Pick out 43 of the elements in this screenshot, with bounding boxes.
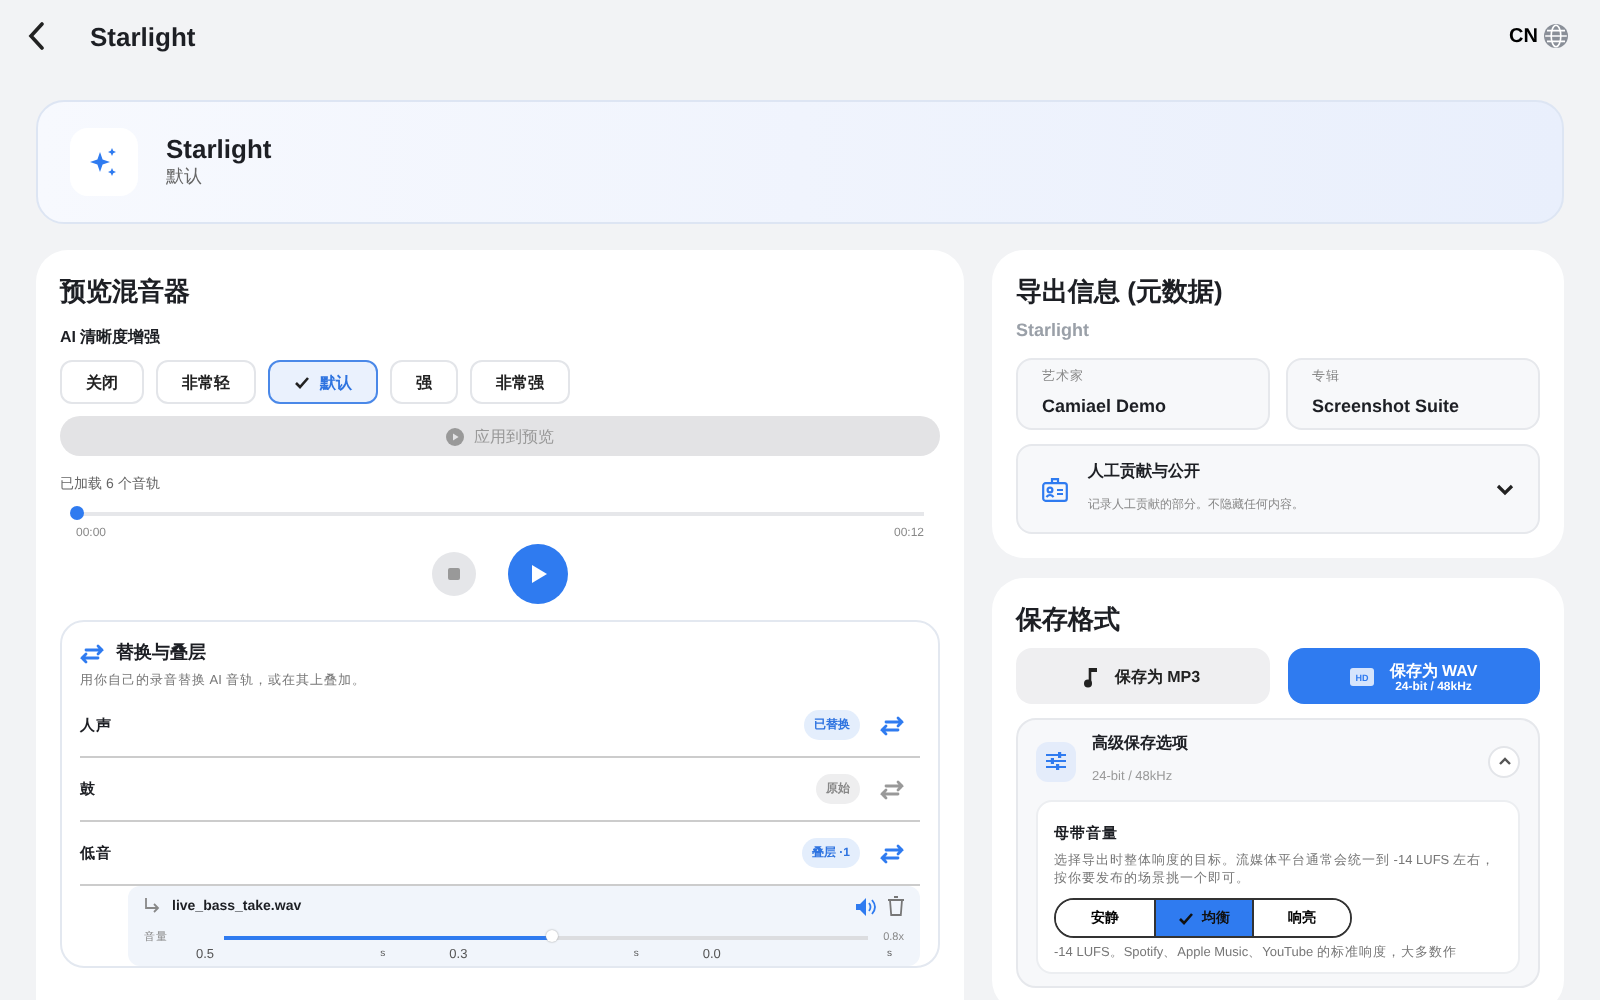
- chevron-icon[interactable]: [1496, 483, 1514, 495]
- disclosure-title: 人工贡献与公开: [1088, 460, 1202, 482]
- play-button[interactable]: [508, 544, 568, 604]
- page-title: Starlight: [90, 21, 198, 51]
- id-card-icon: [1042, 477, 1068, 501]
- trash-icon[interactable]: [888, 896, 904, 916]
- format-button[interactable]: 保存为 MP3: [1016, 648, 1269, 704]
- chevron-icon: [1497, 756, 1511, 766]
- preset-subtitle: 默认: [166, 164, 204, 190]
- speaker-icon[interactable]: [856, 897, 876, 915]
- language-button[interactable]: CN: [1509, 24, 1568, 48]
- enhance-option[interactable]: 默认: [268, 360, 378, 404]
- advanced-title: 高级保存选项: [1092, 732, 1190, 754]
- collapse-button[interactable]: [1488, 745, 1520, 777]
- play-circle-icon: [446, 427, 464, 445]
- stop-icon: [448, 568, 460, 580]
- preset-title: Starlight: [166, 134, 272, 164]
- enhance-option[interactable]: 非常强: [470, 360, 570, 404]
- song-title: Starlight: [1016, 320, 1092, 340]
- enhance-option[interactable]: 关闭: [60, 360, 144, 404]
- swap-arrows-icon[interactable]: [80, 643, 104, 663]
- sub-arrow-icon: [144, 898, 160, 914]
- swap-arrows-icon[interactable]: [880, 779, 904, 799]
- sparkles-icon: [70, 128, 138, 196]
- sliders-icon: [1036, 741, 1076, 781]
- volume-thumb[interactable]: [546, 930, 558, 942]
- music-note-icon: [1084, 665, 1099, 687]
- mixer-title: 预览混音器: [60, 274, 192, 310]
- export-title: 导出信息 (元数据): [1016, 274, 1225, 310]
- back-button[interactable]: [24, 18, 50, 54]
- replace-title: 替换与叠层: [116, 640, 206, 666]
- enhance-label: AI 清晰度增强: [60, 326, 163, 348]
- format-title: 保存格式: [1016, 602, 1122, 638]
- check-icon: [294, 375, 310, 389]
- play-icon: [529, 564, 547, 584]
- swap-arrows-icon[interactable]: [880, 715, 904, 735]
- check-icon: [1178, 911, 1194, 926]
- swap-arrows-icon[interactable]: [880, 843, 904, 863]
- stop-button[interactable]: [432, 552, 476, 596]
- enhance-option[interactable]: 非常轻: [156, 360, 256, 404]
- enhance-option[interactable]: 强: [390, 360, 458, 404]
- globe-icon: [1544, 24, 1568, 48]
- playback-thumb[interactable]: [70, 506, 84, 520]
